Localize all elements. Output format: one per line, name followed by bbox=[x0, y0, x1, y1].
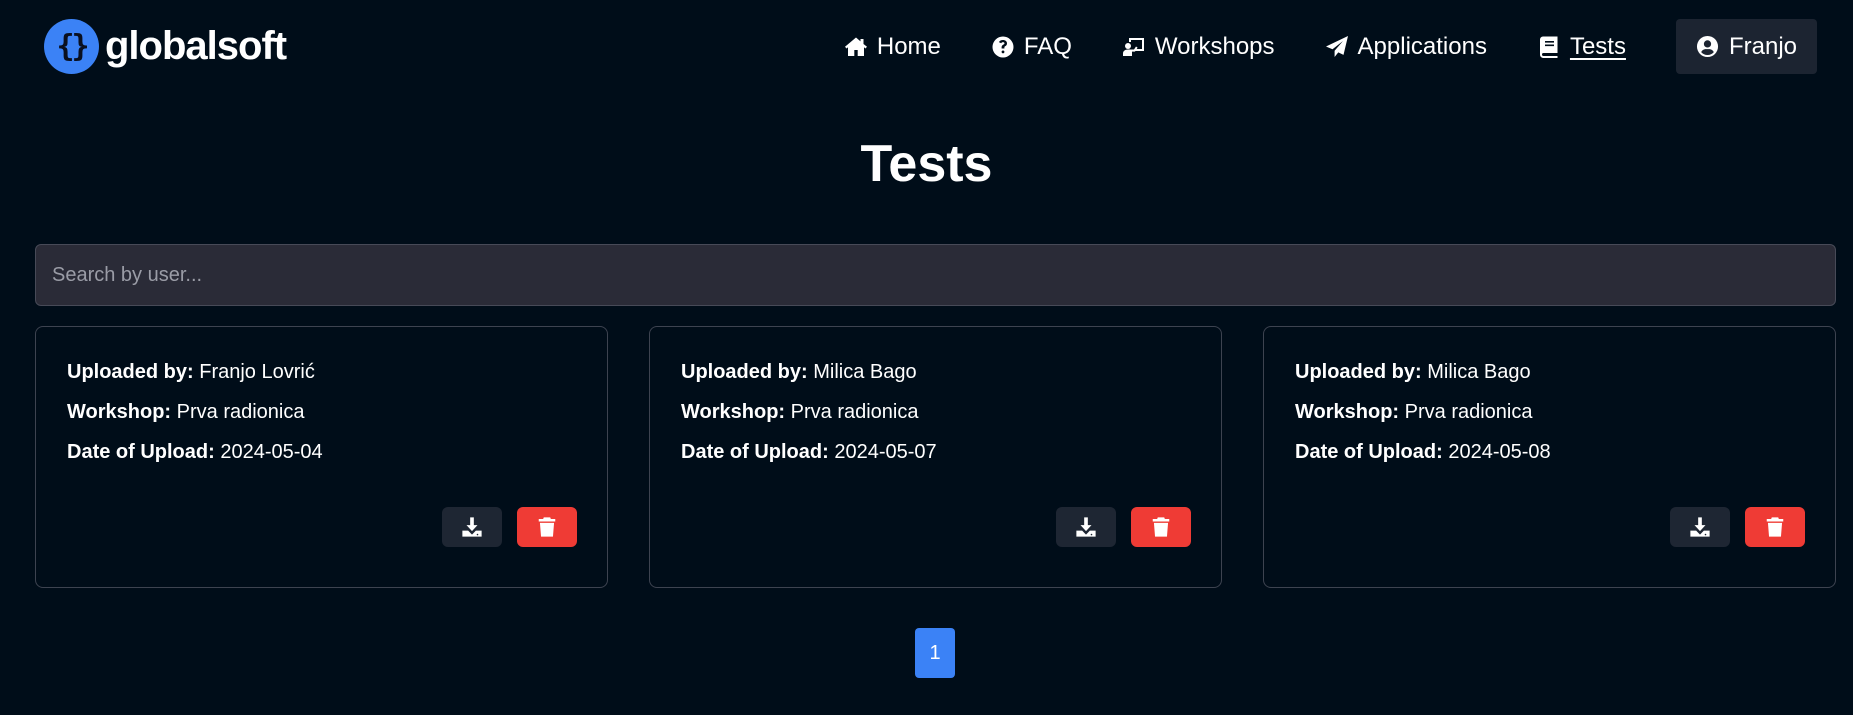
nav-item-applications[interactable]: Applications bbox=[1325, 33, 1487, 61]
braces-icon: {} bbox=[44, 19, 99, 74]
date-label: Date of Upload: bbox=[681, 441, 829, 463]
uploaded-by-value: Franjo Lovrić bbox=[199, 361, 315, 383]
download-icon bbox=[1076, 517, 1096, 537]
user-circle-icon bbox=[1696, 35, 1719, 58]
nav-label-tests: Tests bbox=[1569, 32, 1626, 60]
nav-label-faq: FAQ bbox=[1023, 32, 1072, 60]
uploaded-by-label: Uploaded by: bbox=[67, 361, 194, 383]
home-icon bbox=[844, 37, 867, 56]
delete-button[interactable] bbox=[517, 507, 577, 547]
uploaded-by-label: Uploaded by: bbox=[681, 361, 808, 383]
chalkboard-teacher-icon bbox=[1122, 37, 1144, 56]
test-card: Uploaded by: Franjo Lovrić Workshop: Prv… bbox=[35, 326, 608, 588]
search-input[interactable] bbox=[35, 244, 1836, 306]
uploaded-by-value: Milica Bago bbox=[1427, 361, 1531, 383]
date-value: 2024-05-08 bbox=[1448, 441, 1551, 463]
nav-item-workshops[interactable]: Workshops bbox=[1122, 33, 1275, 61]
trash-icon bbox=[1766, 517, 1784, 537]
nav-label-applications: Applications bbox=[1357, 32, 1487, 60]
delete-button[interactable] bbox=[1131, 507, 1191, 547]
page-title: Tests bbox=[860, 135, 993, 193]
download-button[interactable] bbox=[1670, 507, 1730, 547]
date-label: Date of Upload: bbox=[67, 441, 215, 463]
trash-icon bbox=[538, 517, 556, 537]
date-value: 2024-05-04 bbox=[220, 441, 323, 463]
download-button[interactable] bbox=[1056, 507, 1116, 547]
uploaded-by-row: Uploaded by: Franjo Lovrić bbox=[67, 361, 315, 384]
uploaded-by-value: Milica Bago bbox=[813, 361, 917, 383]
delete-button[interactable] bbox=[1745, 507, 1805, 547]
pagination-page-1[interactable]: 1 bbox=[915, 628, 955, 678]
nav-item-faq[interactable]: FAQ bbox=[991, 33, 1072, 61]
download-button[interactable] bbox=[442, 507, 502, 547]
workshop-value: Prva radionica bbox=[176, 401, 305, 423]
user-name: Franjo bbox=[1728, 32, 1797, 60]
logo[interactable]: {} globalsoft bbox=[44, 19, 287, 74]
date-row: Date of Upload: 2024-05-04 bbox=[67, 441, 323, 464]
date-value: 2024-05-07 bbox=[834, 441, 937, 463]
nav-label-workshops: Workshops bbox=[1154, 32, 1275, 60]
workshop-row: Workshop: Prva radionica bbox=[1295, 401, 1532, 424]
download-icon bbox=[462, 517, 482, 537]
page: {} globalsoft Home FAQ Workshops Applica… bbox=[0, 0, 1853, 715]
user-menu-button[interactable]: Franjo bbox=[1675, 19, 1817, 74]
book-icon bbox=[1539, 36, 1558, 58]
workshop-value: Prva radionica bbox=[790, 401, 919, 423]
workshop-label: Workshop: bbox=[1295, 401, 1400, 423]
download-icon bbox=[1690, 517, 1710, 537]
test-card-list: Uploaded by: Franjo Lovrić Workshop: Prv… bbox=[35, 326, 1836, 588]
workshop-row: Workshop: Prva radionica bbox=[67, 401, 304, 424]
question-circle-icon bbox=[992, 36, 1014, 57]
test-card: Uploaded by: Milica Bago Workshop: Prva … bbox=[1263, 326, 1836, 588]
date-row: Date of Upload: 2024-05-08 bbox=[1295, 441, 1551, 464]
date-row: Date of Upload: 2024-05-07 bbox=[681, 441, 937, 464]
uploaded-by-row: Uploaded by: Milica Bago bbox=[1295, 361, 1531, 384]
nav-label-home: Home bbox=[876, 32, 941, 60]
uploaded-by-label: Uploaded by: bbox=[1295, 361, 1422, 383]
paper-plane-icon bbox=[1325, 35, 1348, 57]
test-card: Uploaded by: Milica Bago Workshop: Prva … bbox=[649, 326, 1222, 588]
workshop-label: Workshop: bbox=[67, 401, 172, 423]
uploaded-by-row: Uploaded by: Milica Bago bbox=[681, 361, 917, 384]
main-nav: Home FAQ Workshops Applications Tests Fr… bbox=[844, 19, 1817, 74]
nav-item-tests[interactable]: Tests bbox=[1537, 33, 1626, 61]
nav-item-home[interactable]: Home bbox=[844, 33, 941, 61]
date-label: Date of Upload: bbox=[1295, 441, 1443, 463]
workshop-row: Workshop: Prva radionica bbox=[681, 401, 918, 424]
trash-icon bbox=[1152, 517, 1170, 537]
logo-text: globalsoft bbox=[105, 24, 287, 68]
workshop-label: Workshop: bbox=[681, 401, 786, 423]
workshop-value: Prva radionica bbox=[1404, 401, 1533, 423]
